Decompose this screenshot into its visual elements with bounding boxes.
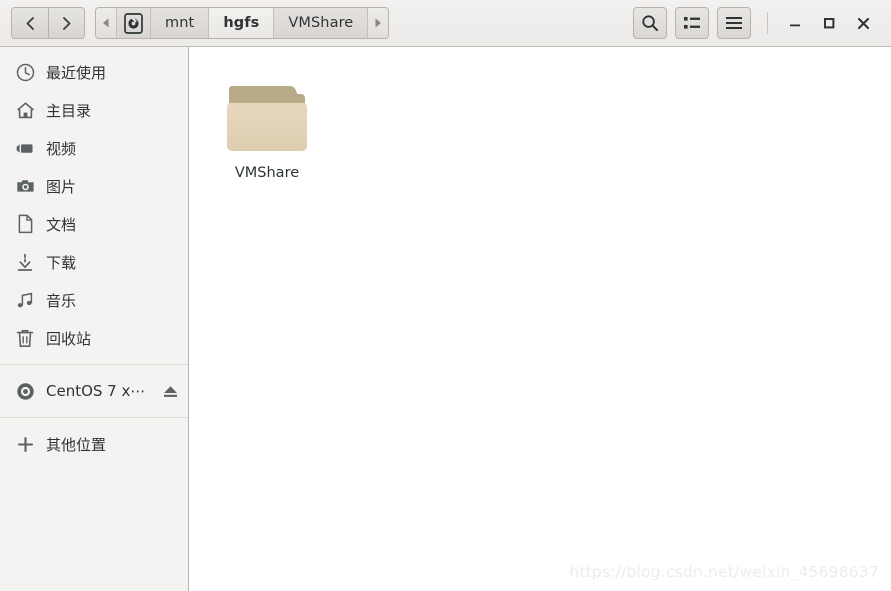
hamburger-menu-icon [726,17,742,29]
header-bar: mnt hgfs VMShare [0,0,891,47]
file-manager-window: mnt hgfs VMShare 最近使用 主目录 视频 图片 文档 下载 音乐… [0,0,891,591]
sidebar-item-music[interactable]: 音乐 [0,281,188,319]
search-icon [642,15,658,31]
drive-icon [124,12,143,34]
sidebar-item-label: 主目录 [46,101,92,120]
folder-icon [225,77,309,153]
icon-grid: VMShare [189,47,891,181]
sidebar-item-centos-disc[interactable]: CentOS 7 x⋯ [0,372,188,410]
music-icon [14,292,36,309]
sidebar-item-label: 最近使用 [46,63,107,82]
breadcrumb-label: VMShare [288,15,354,31]
window-body: 最近使用 主目录 视频 图片 文档 下载 音乐 回收站 CentOS 7 x⋯ … [0,47,891,591]
sidebar-item-label: 其他位置 [46,435,107,454]
sidebar: 最近使用 主目录 视频 图片 文档 下载 音乐 回收站 CentOS 7 x⋯ … [0,47,189,591]
header-right-controls [625,7,880,39]
document-icon [14,214,36,234]
file-item-vmshare[interactable]: VMShare [209,69,325,181]
watermark-text: https://blog.csdn.net/weixin_45698637 [569,563,879,581]
forward-button[interactable] [48,8,84,38]
sidebar-item-videos[interactable]: 视频 [0,129,188,167]
clock-icon [14,63,36,82]
navigation-button-group [11,7,85,39]
sidebar-item-label: CentOS 7 x⋯ [46,382,146,400]
chevron-left-icon [26,16,34,30]
sidebar-item-home[interactable]: 主目录 [0,91,188,129]
minimize-icon [790,24,800,27]
sidebar-item-label: 视频 [46,139,77,158]
maximize-icon [824,18,835,29]
sidebar-item-documents[interactable]: 文档 [0,205,188,243]
sidebar-item-trash[interactable]: 回收站 [0,319,188,357]
breadcrumb: mnt hgfs VMShare [95,7,390,39]
sidebar-item-recent[interactable]: 最近使用 [0,53,188,91]
download-icon [14,253,36,272]
minimize-button[interactable] [778,8,812,38]
close-icon [857,17,869,29]
breadcrumb-item-mnt[interactable]: mnt [150,8,209,38]
triangle-right-icon [375,18,382,28]
file-list-area[interactable]: VMShare https://blog.csdn.net/weixin_456… [189,47,891,591]
breadcrumb-label: hgfs [223,15,260,31]
video-icon [14,141,36,156]
home-icon [14,101,36,120]
breadcrumb-label: mnt [165,15,195,31]
sidebar-item-label: 回收站 [46,329,92,348]
trash-icon [14,329,36,348]
view-options-button[interactable] [675,7,709,39]
breadcrumb-item-vmshare[interactable]: VMShare [273,8,368,38]
triangle-left-icon [103,18,109,28]
breadcrumb-item-hgfs[interactable]: hgfs [208,8,274,38]
sidebar-item-label: 下载 [46,253,77,272]
window-controls-separator [767,12,768,34]
sidebar-item-label: 文档 [46,215,77,234]
eject-icon[interactable] [160,384,180,399]
chevron-right-icon [63,16,71,30]
camera-icon [14,178,36,194]
back-button[interactable] [12,8,48,38]
breadcrumb-scroll-left[interactable] [96,8,116,38]
breadcrumb-root-drive[interactable] [116,8,150,38]
disc-icon [14,382,36,401]
list-view-icon [684,17,700,29]
search-button[interactable] [633,7,667,39]
plus-icon [14,436,36,453]
close-button[interactable] [846,8,880,38]
sidebar-separator [0,364,188,365]
sidebar-item-label: 图片 [46,177,77,196]
sidebar-item-label: 音乐 [46,291,77,310]
breadcrumb-scroll-right[interactable] [367,8,389,38]
sidebar-item-downloads[interactable]: 下载 [0,243,188,281]
main-menu-button[interactable] [717,7,751,39]
sidebar-item-other-locations[interactable]: 其他位置 [0,425,188,463]
file-item-label: VMShare [234,165,300,181]
maximize-button[interactable] [812,8,846,38]
sidebar-item-pictures[interactable]: 图片 [0,167,188,205]
sidebar-separator-2 [0,417,188,418]
folder-front [227,103,307,151]
